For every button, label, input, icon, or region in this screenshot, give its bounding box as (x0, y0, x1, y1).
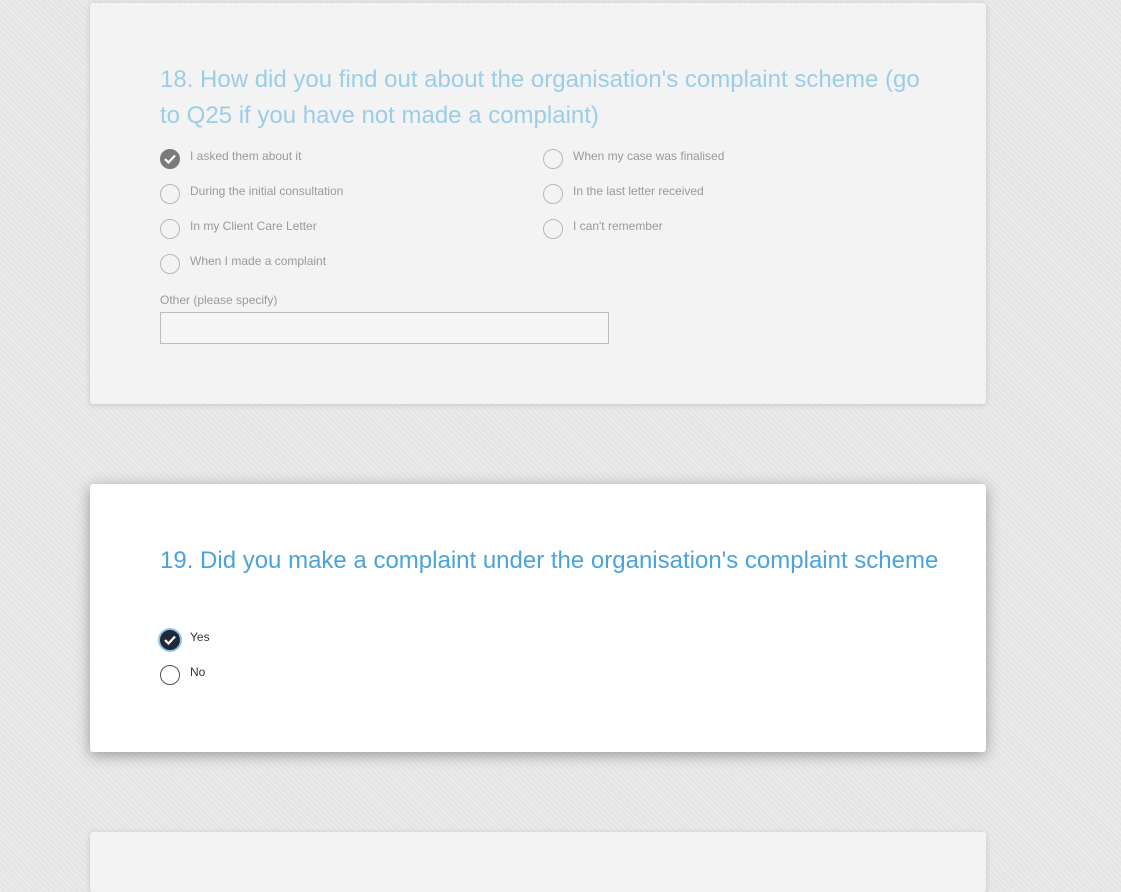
question-19-title: 19. Did you make a complaint under the o… (160, 547, 939, 574)
radio-icon (543, 184, 563, 204)
checked-radio-icon (160, 630, 180, 650)
q18-option-label: I can't remember (573, 219, 663, 233)
question-19-card: 19. Did you make a complaint under the o… (90, 484, 986, 752)
radio-icon (160, 219, 180, 239)
other-specify-input[interactable] (160, 312, 609, 344)
radio-icon (160, 184, 180, 204)
q19-option-label: No (190, 665, 206, 679)
q18-option-label: During the initial consultation (190, 184, 344, 198)
radio-icon (160, 254, 180, 274)
q18-option-label: When my case was finalised (573, 149, 725, 163)
q19-option-label: Yes (190, 630, 210, 644)
q18-option-label: I asked them about it (190, 149, 302, 163)
question-18-card: 18. How did you find out about the organ… (90, 3, 986, 404)
radio-icon (543, 149, 563, 169)
question-18-title: 18. How did you find out about the organ… (160, 66, 920, 129)
other-specify-label: Other (please specify) (160, 293, 278, 307)
next-question-card (90, 832, 986, 892)
q18-option-label: In the last letter received (573, 184, 704, 198)
radio-icon (543, 219, 563, 239)
checked-radio-icon (160, 149, 180, 169)
q18-option-label: In my Client Care Letter (190, 219, 317, 233)
radio-icon (160, 665, 180, 685)
q18-option-label: When I made a complaint (190, 254, 327, 268)
